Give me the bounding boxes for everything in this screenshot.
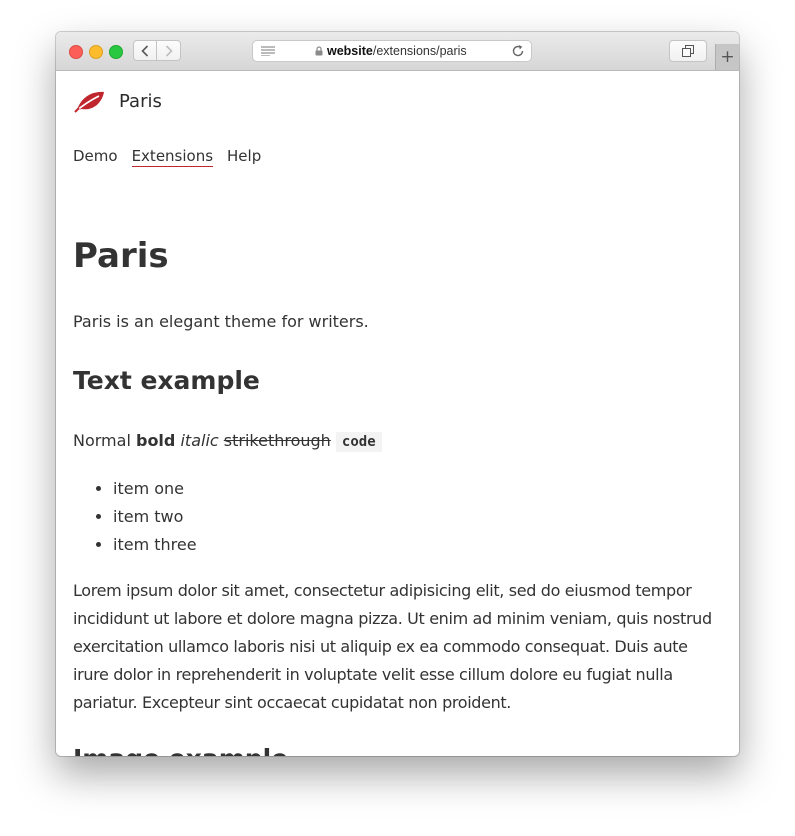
site-nav: Demo Extensions Help: [73, 147, 275, 167]
tabs-overview-icon: [682, 45, 694, 57]
intro-text: Paris is an elegant theme for writers.: [73, 312, 369, 331]
page-title: Paris: [73, 236, 169, 276]
show-tabs-button[interactable]: [669, 40, 707, 62]
site-name[interactable]: Paris: [119, 91, 162, 112]
text-example-heading: Text example: [73, 366, 260, 395]
url-text: website/extensions/paris: [327, 44, 467, 58]
lock-icon: [315, 46, 323, 56]
url-host: website: [327, 44, 373, 58]
site-header[interactable]: Paris: [74, 89, 162, 113]
list-item: item one: [113, 475, 197, 503]
close-window-button[interactable]: [69, 45, 83, 59]
zoom-window-button[interactable]: [109, 45, 123, 59]
strikethrough-text: strikethrough: [223, 431, 331, 450]
lorem-paragraph: Lorem ipsum dolor sit amet, consectetur …: [73, 581, 712, 712]
bold-text: bold: [135, 431, 176, 450]
example-list: item one item two item three: [93, 475, 197, 559]
minimize-window-button[interactable]: [89, 45, 103, 59]
chevron-right-icon: [165, 44, 173, 57]
plus-icon: +: [720, 47, 735, 67]
reader-view-icon[interactable]: [261, 46, 275, 56]
new-tab-button[interactable]: +: [715, 44, 739, 70]
formatting-sample: Normal bold italic strikethrough code: [73, 431, 382, 452]
reload-icon[interactable]: [511, 44, 525, 58]
code-text: code: [335, 432, 382, 452]
chevron-left-icon: [141, 44, 149, 57]
url-path: /extensions/paris: [372, 44, 467, 58]
back-button[interactable]: [133, 40, 157, 61]
image-example-heading: Image example: [73, 744, 288, 756]
browser-toolbar: website/extensions/paris +: [56, 32, 739, 71]
nav-demo[interactable]: Demo: [73, 147, 118, 167]
list-item: item three: [113, 531, 197, 559]
nav-extensions[interactable]: Extensions: [131, 147, 214, 167]
browser-window: website/extensions/paris + Paris Demo Ex…: [56, 32, 739, 756]
list-item: item two: [113, 503, 197, 531]
nav-help[interactable]: Help: [227, 147, 261, 167]
italic-text: italic: [180, 431, 219, 450]
forward-button[interactable]: [157, 40, 181, 61]
leaf-icon: [74, 91, 104, 113]
web-page: Paris Demo Extensions Help Paris Paris i…: [56, 71, 739, 757]
address-bar[interactable]: website/extensions/paris: [252, 40, 532, 62]
normal-text: Normal: [73, 431, 131, 450]
